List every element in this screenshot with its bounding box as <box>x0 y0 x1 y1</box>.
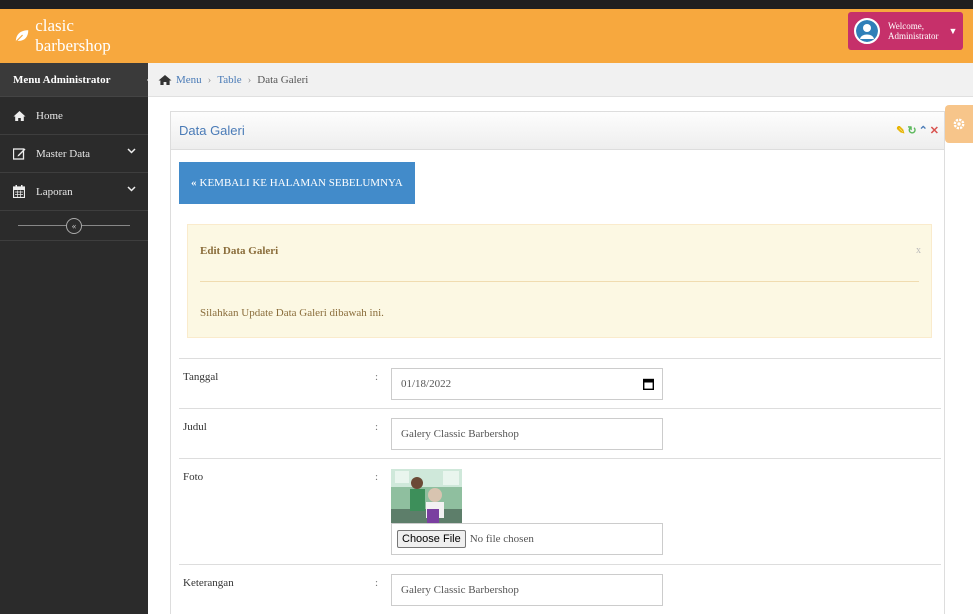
chevron-down-icon <box>127 186 136 192</box>
breadcrumb: Menu › Table › Data Galeri <box>147 63 973 97</box>
sidebar-item-label: Laporan <box>36 185 73 198</box>
keterangan-value: Galery Classic Barbershop <box>401 584 519 596</box>
calendar-icon[interactable] <box>643 378 654 390</box>
keterangan-label: Keterangan <box>183 577 234 589</box>
calendar-icon <box>13 185 27 198</box>
colon: : <box>375 421 379 433</box>
alert-title: Edit Data Galeri <box>200 245 279 257</box>
colon: : <box>375 471 379 483</box>
breadcrumb-table[interactable]: Table <box>217 74 241 86</box>
form-row-tanggal: Tanggal : 01/18/2022 <box>179 358 941 408</box>
settings-toggle[interactable] <box>945 105 973 143</box>
chevron-right-icon: › <box>207 73 212 86</box>
avatar <box>854 18 880 44</box>
back-button-label: KEMBALI KE HALAMAN SEBELUMNYA <box>199 177 403 189</box>
breadcrumb-menu[interactable]: Menu <box>176 74 202 86</box>
leaf-icon <box>15 30 29 43</box>
foto-label: Foto <box>183 471 204 483</box>
panel: Data Galeri ✎ ↻ ⌃ ✕ « KEMBALI KE HALAMAN… <box>170 111 945 614</box>
info-alert: Edit Data Galeri x Silahkan Update Data … <box>187 224 932 338</box>
home-icon <box>158 74 172 86</box>
sidebar-item-home[interactable]: Home <box>0 97 148 135</box>
form-row-judul: Judul : Galery Classic Barbershop <box>179 408 941 458</box>
double-chevron-left-icon[interactable]: « <box>66 217 82 234</box>
colon: : <box>375 371 379 383</box>
tanggal-value: 01/18/2022 <box>401 378 452 390</box>
panel-title: Data Galeri <box>179 123 245 138</box>
panel-header: Data Galeri ✎ ↻ ⌃ ✕ <box>171 112 944 150</box>
back-button[interactable]: « KEMBALI KE HALAMAN SEBELUMNYA <box>179 162 415 204</box>
form-row-keterangan: Keterangan : Galery Classic Barbershop <box>179 564 941 614</box>
chevron-down-icon <box>127 148 136 154</box>
alert-close-button[interactable]: x <box>916 245 921 256</box>
user-name: Administrator <box>888 31 939 41</box>
foto-file-input[interactable]: Choose File No file chosen <box>391 523 663 555</box>
refresh-icon[interactable]: ↻ <box>907 124 916 137</box>
sidebar-header: Menu Administrator <box>0 63 148 97</box>
sidebar-pointer <box>147 72 155 88</box>
close-icon[interactable]: ✕ <box>930 124 939 137</box>
edit-form: Tanggal : 01/18/2022 Judul : Galery Clas… <box>179 358 941 614</box>
sidebar-item-laporan[interactable]: Laporan <box>0 173 148 211</box>
sidebar-item-label: Master Data <box>36 147 91 160</box>
pencil-icon[interactable]: ✎ <box>896 124 905 137</box>
alert-message: Silahkan Update Data Galeri dibawah ini. <box>200 307 384 319</box>
judul-label: Judul <box>183 421 207 433</box>
sidebar-collapse: « <box>0 211 148 241</box>
tanggal-label: Tanggal <box>183 371 219 383</box>
caret-down-icon: ▼ <box>948 26 958 36</box>
main-content: Data Galeri ✎ ↻ ⌃ ✕ « KEMBALI KE HALAMAN… <box>148 97 973 614</box>
brand-logo[interactable]: clasic barbershop <box>0 9 148 63</box>
double-chevron-left-icon: « <box>191 177 197 189</box>
alert-divider <box>200 281 919 282</box>
keterangan-input[interactable]: Galery Classic Barbershop <box>391 574 663 606</box>
sidebar: Menu Administrator Home Master Data Lapo… <box>0 63 148 614</box>
welcome-text: Welcome, <box>888 21 925 31</box>
user-avatar-icon <box>856 20 878 42</box>
user-greeting: Welcome, Administrator <box>888 21 939 41</box>
file-status: No file chosen <box>469 533 534 545</box>
top-navbar: clasic barbershop Welcome, Administrator… <box>0 9 973 63</box>
brand-name: clasic barbershop <box>35 16 111 55</box>
form-row-foto: Foto : Choose File No file chosen <box>179 458 941 564</box>
user-menu[interactable]: Welcome, Administrator ▼ <box>848 12 963 50</box>
chevron-right-icon: › <box>247 73 252 86</box>
chevron-up-icon[interactable]: ⌃ <box>919 124 928 137</box>
sidebar-item-label: Home <box>36 109 63 122</box>
tanggal-date-input[interactable]: 01/18/2022 <box>391 368 663 400</box>
choose-file-button[interactable]: Choose File <box>397 530 466 548</box>
gear-icon <box>953 118 965 130</box>
sidebar-item-master-data[interactable]: Master Data <box>0 135 148 173</box>
judul-value: Galery Classic Barbershop <box>401 428 519 440</box>
home-icon <box>13 110 27 122</box>
window-top-edge <box>0 0 973 9</box>
edit-icon <box>13 147 27 160</box>
breadcrumb-current: Data Galeri <box>257 73 309 86</box>
panel-tools: ✎ ↻ ⌃ ✕ <box>896 124 939 137</box>
panel-body: « KEMBALI KE HALAMAN SEBELUMNYA Edit Dat… <box>171 150 944 614</box>
photo-thumbnail <box>391 469 462 524</box>
judul-input[interactable]: Galery Classic Barbershop <box>391 418 663 450</box>
colon: : <box>375 577 379 589</box>
